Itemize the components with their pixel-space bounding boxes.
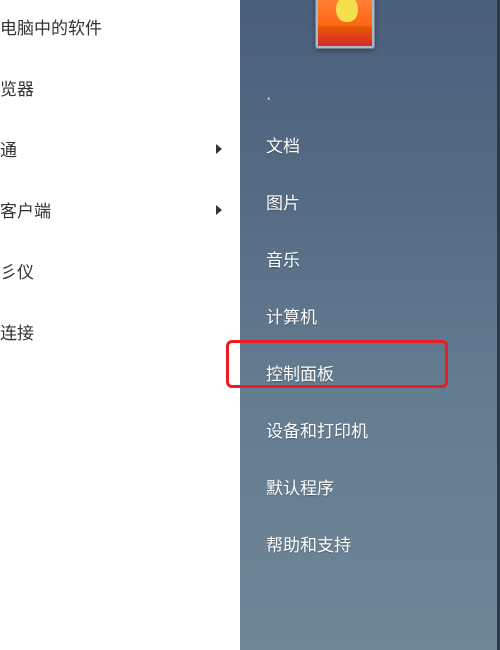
right-item-devices-printers[interactable]: 设备和打印机 bbox=[240, 401, 497, 458]
right-item-control-panel[interactable]: 控制面板 bbox=[240, 344, 497, 401]
program-item-browser[interactable]: 览器 bbox=[0, 61, 240, 114]
highlight-annotation bbox=[226, 340, 448, 388]
program-label: 通 bbox=[0, 141, 17, 160]
program-label: 连接 bbox=[0, 324, 34, 343]
right-label: 控制面板 bbox=[266, 365, 334, 384]
program-label: 览器 bbox=[0, 80, 34, 99]
right-item-music[interactable]: 音乐 bbox=[240, 230, 497, 287]
right-panel-links: · 文档 图片 音乐 计算机 控制面板 设备和打印机 默认程序 帮助和支持 bbox=[240, 82, 497, 572]
right-item-default-programs[interactable]: 默认程序 bbox=[240, 458, 497, 515]
program-label: 客户端 bbox=[0, 202, 51, 221]
submenu-arrow-icon bbox=[216, 144, 222, 154]
program-item-client[interactable]: 客户端 bbox=[0, 183, 240, 236]
right-label: 帮助和支持 bbox=[266, 536, 351, 555]
right-item-help-support[interactable]: 帮助和支持 bbox=[240, 515, 497, 572]
program-item-software[interactable]: 电脑中的软件 bbox=[0, 0, 240, 53]
start-menu-left-panel: 电脑中的软件 览器 通 客户端 彡仪 连接 bbox=[0, 0, 240, 650]
right-item-dot[interactable]: · bbox=[240, 82, 497, 116]
right-item-pictures[interactable]: 图片 bbox=[240, 173, 497, 230]
right-label: 设备和打印机 bbox=[266, 422, 368, 441]
program-label: 电脑中的软件 bbox=[0, 19, 102, 38]
program-item-connect[interactable]: 连接 bbox=[0, 305, 240, 358]
right-label: 图片 bbox=[266, 194, 300, 213]
dot-label: · bbox=[266, 90, 271, 107]
program-label: 彡仪 bbox=[0, 263, 34, 282]
right-label: 文档 bbox=[266, 137, 300, 156]
right-label: 计算机 bbox=[266, 308, 317, 327]
right-label: 音乐 bbox=[266, 251, 300, 270]
program-item-shan[interactable]: 彡仪 bbox=[0, 244, 240, 297]
right-item-computer[interactable]: 计算机 bbox=[240, 287, 497, 344]
user-avatar[interactable] bbox=[316, 0, 374, 48]
right-label: 默认程序 bbox=[266, 479, 334, 498]
start-menu-right-panel: · 文档 图片 音乐 计算机 控制面板 设备和打印机 默认程序 帮助和支持 bbox=[240, 0, 500, 650]
right-item-documents[interactable]: 文档 bbox=[240, 116, 497, 173]
program-item-tong[interactable]: 通 bbox=[0, 122, 240, 175]
submenu-arrow-icon bbox=[216, 205, 222, 215]
